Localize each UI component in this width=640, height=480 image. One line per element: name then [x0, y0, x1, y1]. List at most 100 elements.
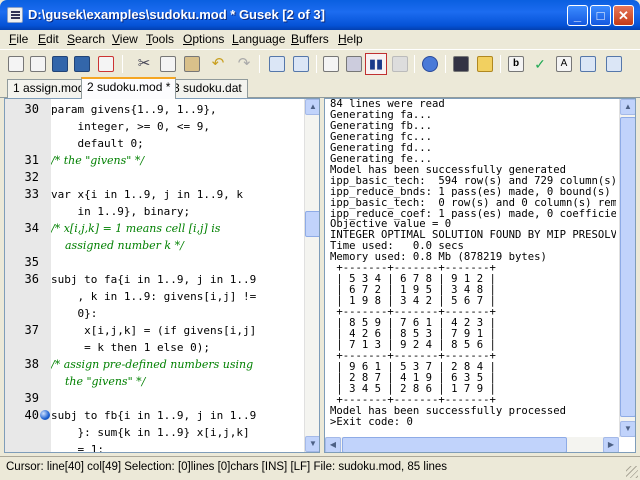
output-scroll-thumb[interactable] [620, 117, 635, 417]
code-line[interactable]: }: sum{k in 1..9} x[i,j,k] [51, 424, 249, 441]
code-line[interactable]: x[i,j,k] = (if givens[i,j] [51, 322, 256, 339]
code-line[interactable]: assigned number k */ [51, 237, 184, 254]
output-scroll-left-button[interactable]: ◀ [325, 437, 341, 452]
line-number: 32 [24, 170, 39, 184]
output-scroll-right-button[interactable]: ▶ [603, 437, 619, 452]
output-line: ipp_basic_tech: 594 row(s) and 729 colum… [330, 174, 616, 187]
editor-vertical-scrollbar[interactable]: ▲ ▼ [304, 99, 319, 452]
code-line[interactable]: /* assign pre-defined numbers using [51, 356, 253, 373]
code-line[interactable]: subj to fa{i in 1..9, j in 1..9 [51, 271, 256, 288]
output-horizontal-scrollbar[interactable]: ◀ ▶ [325, 437, 619, 452]
close-file-icon[interactable] [95, 53, 117, 75]
code-line[interactable]: subj to fb{i in 1..9, j in 1..9 [51, 407, 256, 424]
output-line: ipp_basic_tech: 0 row(s) and 0 column(s)… [330, 196, 616, 209]
redo-icon[interactable]: ↷ [233, 53, 255, 75]
find-icon[interactable] [266, 53, 288, 75]
code-line[interactable]: = k then 1 else 0); [51, 339, 210, 356]
output-line: Model has been successfully processed [330, 404, 566, 417]
settings-icon[interactable] [419, 53, 441, 75]
code-line[interactable]: integer, >= 0, <= 9, [51, 118, 209, 135]
check-icon[interactable]: ✓ [529, 53, 551, 75]
scroll-thumb[interactable] [305, 211, 319, 237]
tab-sudoku-mod[interactable]: 2 sudoku.mod * [81, 77, 177, 99]
tab-assign-mod[interactable]: 1 assign.mod [7, 79, 91, 98]
menu-help[interactable]: Help [338, 32, 363, 46]
save-icon[interactable] [49, 53, 71, 75]
line-number: 37 [24, 323, 39, 337]
window-title: D:\gusek\examples\sudoku.mod * Gusek [2 … [28, 7, 325, 22]
line-number-gutter[interactable]: 30 31 32 33 34 35 36 37 38 39 40 [5, 99, 51, 452]
line-number: 30 [24, 102, 39, 116]
line-number: 34 [24, 221, 39, 235]
menu-view[interactable]: View [112, 32, 138, 46]
code-line[interactable]: = 1; [51, 441, 104, 452]
menu-language[interactable]: Language [232, 32, 285, 46]
title-bar: D:\gusek\examples\sudoku.mod * Gusek [2 … [0, 0, 640, 30]
code-line[interactable]: the "givens" */ [51, 373, 145, 390]
menu-tools[interactable]: Tools [146, 32, 174, 46]
code-text-area[interactable]: param givens{1..9, 1..9}, integer, >= 0,… [51, 99, 305, 452]
line-number: 36 [24, 272, 39, 286]
app-icon[interactable] [7, 7, 23, 23]
save-all-icon[interactable] [71, 53, 93, 75]
close-button[interactable]: ✕ [613, 5, 634, 26]
maximize-button[interactable]: □ [590, 5, 611, 26]
paste-icon[interactable] [181, 53, 203, 75]
resize-grip[interactable] [626, 466, 638, 478]
menu-edit[interactable]: Edit [38, 32, 59, 46]
tab-bar: 1 assign.mod 2 sudoku.mod * 3 sudoku.dat [0, 77, 640, 99]
toolbar: ✂ ↶ ↷ ▮▮ b ✓ A [0, 49, 640, 77]
status-text: Cursor: line[40] col[49] Selection: [0]l… [6, 461, 448, 473]
tab-sudoku-dat[interactable]: 3 sudoku.dat [167, 79, 248, 98]
code-line[interactable]: /* the "givens" */ [51, 152, 144, 169]
minimize-button[interactable]: _ [567, 5, 588, 26]
menu-bar: File Edit Search View Tools Options Lang… [0, 30, 640, 49]
scroll-down-button[interactable]: ▼ [305, 436, 319, 452]
line-number: 40 [24, 408, 39, 422]
copy-icon[interactable] [157, 53, 179, 75]
menu-options[interactable]: Options [183, 32, 224, 46]
code-editor[interactable]: 30 31 32 33 34 35 36 37 38 39 40 param givens{1..9… [4, 98, 320, 453]
scroll-up-button[interactable]: ▲ [305, 99, 319, 115]
run-icon[interactable]: ▮▮ [365, 53, 387, 75]
code-line[interactable]: /* x[i,j,k] = 1 means cell [i,j] is [51, 220, 220, 237]
format-icon[interactable]: A [553, 53, 575, 75]
fullscreen-icon[interactable] [577, 53, 599, 75]
output-vertical-scrollbar[interactable]: ▲ ▼ [619, 99, 635, 437]
code-line[interactable]: var x{i in 1..9, j in 1..9, k [51, 186, 243, 203]
code-line[interactable]: in 1..9}, binary; [51, 203, 190, 220]
code-line[interactable]: param givens{1..9, 1..9}, [51, 101, 217, 118]
menu-search[interactable]: Search [67, 32, 105, 46]
output-line: >Exit code: 0 [330, 415, 413, 428]
output-text[interactable]: 84 lines were read Generating fa... Genera… [330, 99, 616, 437]
window-icon[interactable] [603, 53, 625, 75]
code-line[interactable]: default 0; [51, 135, 143, 152]
line-number: 38 [24, 357, 39, 371]
output-line: ipp_reduce_bnds: 1 pass(es) made, 0 boun… [330, 185, 611, 198]
line-number: 39 [24, 391, 39, 405]
print-icon[interactable] [343, 53, 365, 75]
code-line[interactable]: 0}: [51, 305, 97, 322]
cut-icon[interactable]: ✂ [133, 53, 155, 75]
line-number: 35 [24, 255, 39, 269]
status-bar: Cursor: line[40] col[49] Selection: [0]l… [0, 456, 640, 480]
output-scroll-down-button[interactable]: ▼ [620, 421, 635, 437]
menu-buffers[interactable]: Buffers [291, 32, 329, 46]
open-file-icon[interactable] [27, 53, 49, 75]
line-number: 33 [24, 187, 39, 201]
stop-icon[interactable] [389, 53, 411, 75]
breakpoint-marker-icon[interactable] [40, 410, 50, 420]
output-panel[interactable]: 84 lines were read Generating fa... Genera… [324, 98, 636, 453]
menu-file[interactable]: File [9, 32, 28, 46]
output-h-scroll-thumb[interactable] [342, 437, 567, 452]
undo-icon[interactable]: ↶ [207, 53, 229, 75]
output-scroll-up-button[interactable]: ▲ [620, 99, 635, 115]
line-number: 31 [24, 153, 39, 167]
export-icon[interactable] [320, 53, 342, 75]
folder-icon[interactable] [474, 53, 496, 75]
code-line[interactable]: , k in 1..9: givens[i,j] != [51, 288, 256, 305]
replace-icon[interactable] [290, 53, 312, 75]
new-file-icon[interactable] [5, 53, 27, 75]
terminal-icon[interactable] [450, 53, 472, 75]
bold-icon[interactable]: b [505, 53, 527, 75]
